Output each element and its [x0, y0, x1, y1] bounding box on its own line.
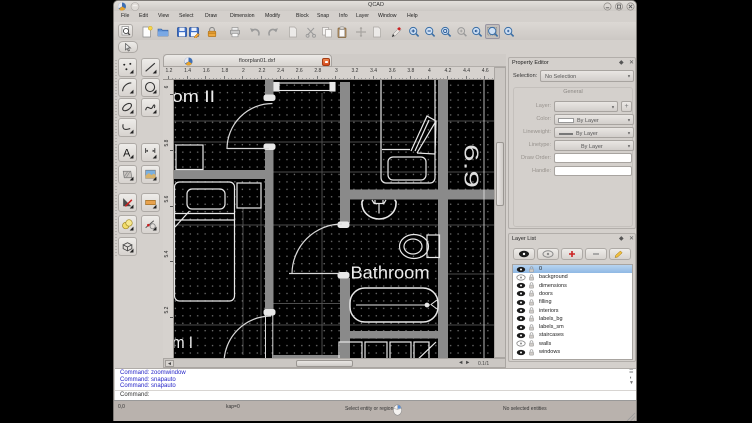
- svg-text:6.9: 6.9: [460, 144, 482, 188]
- svg-text:om II: om II: [174, 87, 215, 106]
- svg-text:m I: m I: [174, 333, 193, 352]
- svg-text:A: A: [123, 147, 131, 159]
- svg-text:Bathroom: Bathroom: [351, 263, 430, 283]
